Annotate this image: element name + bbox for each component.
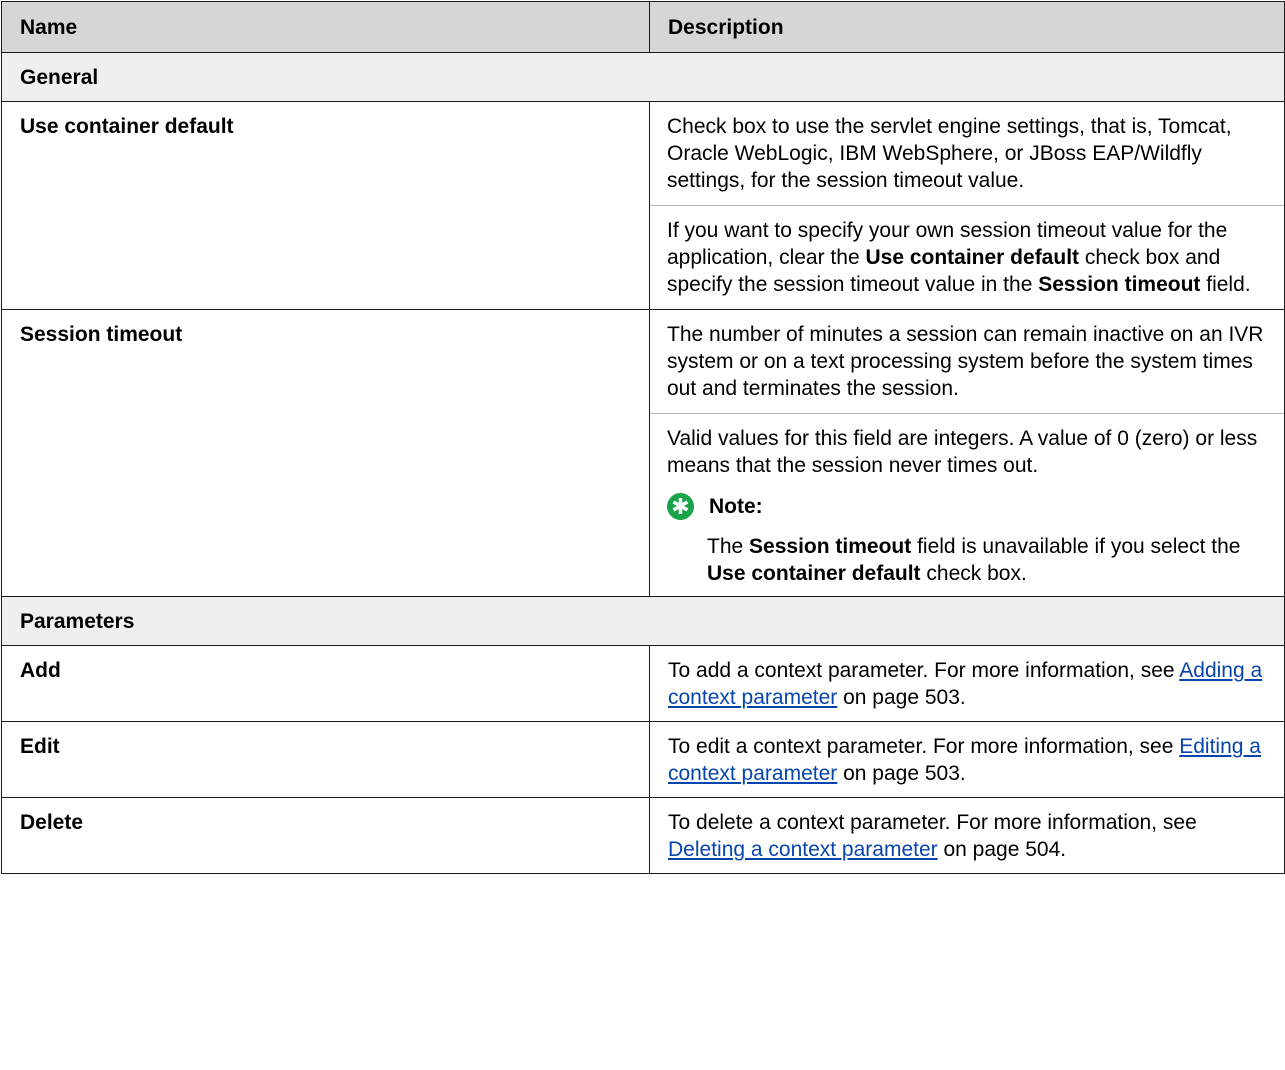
bold-term: Session timeout (1038, 273, 1201, 296)
bold-term: Use container default (865, 246, 1080, 269)
text-run: To delete a context parameter. For more … (668, 811, 1197, 834)
description-paragraph: The number of minutes a session can rema… (667, 323, 1264, 400)
note-label: Note: (709, 495, 763, 518)
section-label: General (1, 52, 1285, 102)
table-row: Add To add a context parameter. For more… (1, 645, 1285, 722)
description-paragraph: Check box to use the servlet engine sett… (667, 115, 1232, 192)
section-row-parameters: Parameters (1, 596, 1285, 646)
text-run: on page 503. (837, 762, 966, 785)
text-run: The (707, 535, 750, 558)
row-description: The number of minutes a session can rema… (649, 309, 1285, 597)
text-run: To add a context parameter. For more inf… (668, 659, 1180, 682)
paragraph-text: Valid values for this field are integers… (667, 427, 1258, 477)
bold-term: Use container default (707, 562, 921, 585)
text-run: field. (1200, 273, 1251, 296)
row-name: Use container default (1, 101, 650, 310)
table-row: Use container default Check box to use t… (1, 101, 1285, 310)
bold-term: Session timeout (749, 535, 912, 558)
row-name: Delete (1, 797, 650, 874)
text-run: on page 503. (837, 686, 966, 709)
note-text: The Session timeout field is unavailable… (707, 533, 1266, 587)
row-name: Add (1, 645, 650, 722)
row-name: Edit (1, 721, 650, 798)
column-header-name: Name (1, 1, 650, 53)
note-block: ✱ Note: The Session timeout field is una… (667, 493, 1266, 587)
row-description: Check box to use the servlet engine sett… (649, 101, 1285, 310)
table-header-row: Name Description (1, 1, 1285, 53)
description-paragraph: Valid values for this field are integers… (650, 413, 1284, 596)
text-run: check box. (920, 562, 1027, 585)
description-paragraph: If you want to specify your own session … (650, 205, 1284, 309)
row-name: Session timeout (1, 309, 650, 597)
row-description: To edit a context parameter. For more in… (649, 721, 1285, 798)
text-run: on page 504. (937, 838, 1067, 861)
note-heading: ✱ Note: (667, 493, 1266, 520)
table-row: Session timeout The number of minutes a … (1, 309, 1285, 597)
column-header-description: Description (649, 1, 1285, 53)
section-row-general: General (1, 52, 1285, 102)
text-run: field is unavailable if you select the (911, 535, 1241, 558)
deleting-context-parameter-link[interactable]: Deleting a context parameter (668, 838, 938, 861)
table-row: Delete To delete a context parameter. Fo… (1, 797, 1285, 874)
text-run: To edit a context parameter. For more in… (668, 735, 1180, 758)
table-row: Edit To edit a context parameter. For mo… (1, 721, 1285, 798)
row-description: To delete a context parameter. For more … (649, 797, 1285, 874)
parameters-table: Name Description General Use container d… (1, 1, 1285, 874)
row-description: To add a context parameter. For more inf… (649, 645, 1285, 722)
star-note-icon: ✱ (667, 493, 694, 520)
section-label: Parameters (1, 596, 1285, 646)
